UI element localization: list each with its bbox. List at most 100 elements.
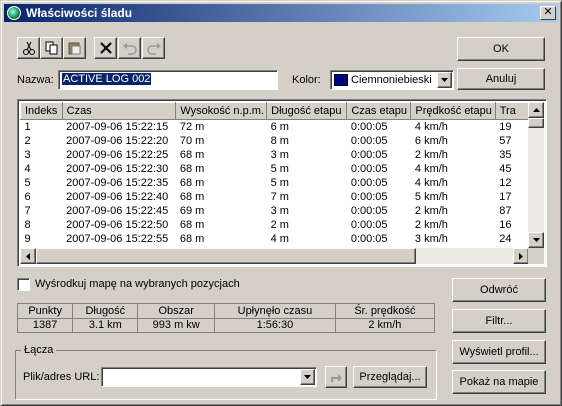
show-profile-button[interactable]: Wyświetl profil... [452, 340, 546, 364]
color-select[interactable]: Ciemnoniebieski [330, 70, 454, 90]
table-row[interactable]: 2 2007-09-06 15:22:20 70 m 8 m 0:00:05 6 km/h… [21, 134, 529, 148]
name-label: Nazwa: [17, 74, 54, 86]
cell-altitude: 68 m [179, 163, 205, 175]
horizontal-scrollbar[interactable] [20, 248, 529, 264]
undo-icon [122, 43, 137, 55]
cell-leg-time: 0:00:05 [350, 191, 388, 203]
cell-time: 2007-09-06 15:22:50 [66, 219, 169, 231]
cell-time: 2007-09-06 15:22:45 [66, 205, 169, 217]
cell-index: 2 [24, 135, 31, 147]
cell-track: 45 [499, 163, 512, 175]
title-bar[interactable]: Właściwości śladu ✕ [4, 4, 558, 22]
name-input[interactable]: ACTIVE LOG 002 [58, 70, 278, 90]
reverse-button[interactable]: Odwróć [452, 278, 546, 302]
table-row[interactable]: 9 2007-09-06 15:22:55 68 m 4 m 0:00:05 3 km/h… [21, 232, 529, 246]
cell-time: 2007-09-06 15:22:25 [66, 149, 169, 161]
column-header-leg-time[interactable]: Czas etapu [346, 102, 412, 120]
column-header-leg-speed[interactable]: Prędkość etapu [410, 102, 496, 120]
cell-altitude: 68 m [179, 177, 205, 189]
show-on-map-button[interactable]: Pokaż na mapie [452, 370, 546, 394]
color-value: Ciemnoniebieski [351, 74, 432, 86]
name-value: ACTIVE LOG 002 [62, 73, 152, 85]
filter-button[interactable]: Filtr... [452, 309, 546, 333]
track-properties-window: Właściwości śladu ✕ OK Anuluj Nazwa: ACT… [0, 0, 562, 406]
stat-value-avg-speed: 2 km/h [334, 317, 436, 333]
copy-icon [45, 41, 57, 55]
cell-index: 8 [24, 219, 31, 231]
url-dropdown-button[interactable] [300, 369, 315, 385]
cell-leg-time: 0:00:05 [350, 121, 388, 133]
column-header-index[interactable]: Indeks [20, 102, 63, 120]
cell-leg-length: 4 m [270, 233, 289, 245]
vertical-scrollbar[interactable] [528, 102, 544, 248]
delete-button[interactable] [94, 37, 117, 59]
cut-button[interactable] [17, 37, 40, 59]
undo-button[interactable] [118, 37, 141, 59]
copy-button[interactable] [40, 37, 63, 59]
color-swatch [334, 74, 348, 86]
cell-leg-length: 8 m [270, 135, 289, 147]
cell-leg-speed: 4 km/h [414, 163, 448, 175]
url-combobox[interactable] [101, 367, 317, 387]
cell-index: 7 [24, 205, 31, 217]
table-row[interactable]: 3 2007-09-06 15:22:25 68 m 3 m 0:00:05 2 km/h… [21, 148, 529, 162]
cell-index: 9 [24, 233, 31, 245]
table-row[interactable]: 6 2007-09-06 15:22:40 68 m 7 m 0:00:05 5 km/h… [21, 190, 529, 204]
redo-button[interactable] [142, 37, 165, 59]
table-row[interactable]: 1 2007-09-06 15:22:15 72 m 6 m 0:00:05 4 km/h… [21, 120, 529, 135]
paste-button[interactable] [63, 37, 86, 59]
cell-index: 4 [24, 163, 31, 175]
cell-time: 2007-09-06 15:22:30 [66, 163, 169, 175]
cell-leg-speed: 3 km/h [414, 233, 448, 245]
go-arrow-icon [331, 374, 342, 382]
cell-leg-length: 5 m [270, 177, 289, 189]
stat-header-area: Obszar [137, 303, 216, 319]
cell-altitude: 72 m [179, 121, 205, 133]
table-row[interactable]: 8 2007-09-06 15:22:50 68 m 2 m 0:00:05 2 km/h… [21, 218, 529, 232]
color-dropdown-button[interactable] [437, 72, 452, 88]
column-header-altitude[interactable]: Wysokość n.p.m. [175, 102, 268, 120]
vertical-scroll-thumb[interactable] [528, 118, 544, 128]
cell-leg-speed: 4 km/h [414, 177, 448, 189]
scroll-down-button[interactable] [528, 232, 544, 248]
horizontal-scroll-thumb[interactable] [36, 248, 416, 264]
scroll-corner [528, 248, 544, 264]
close-button[interactable]: ✕ [540, 6, 556, 20]
open-link-button[interactable] [325, 366, 347, 388]
cell-leg-length: 2 m [270, 219, 289, 231]
redo-icon [146, 43, 161, 55]
scroll-left-button[interactable] [20, 248, 36, 264]
window-title: Właściwości śladu [26, 6, 133, 20]
cell-track: 57 [499, 135, 512, 147]
column-header-leg-length[interactable]: Długość etapu [266, 102, 348, 120]
scroll-right-button[interactable] [513, 248, 529, 264]
center-map-label: Wyśrodkuj mapę na wybranych pozycjach [35, 278, 240, 290]
track-points-table[interactable]: Indeks Czas Wysokość n.p.m. Długość etap… [17, 99, 547, 267]
column-header-time[interactable]: Czas [61, 102, 177, 120]
cell-leg-speed: 2 km/h [414, 219, 448, 231]
cell-leg-time: 0:00:05 [350, 135, 388, 147]
column-header-track[interactable]: Tra [494, 102, 529, 120]
arrow-down-icon [532, 238, 540, 242]
url-label: Plik/adres URL: [23, 371, 100, 383]
stat-header-avg-speed: Śr. prędkość [334, 303, 436, 319]
cell-index: 6 [24, 191, 31, 203]
table-row[interactable]: 7 2007-09-06 15:22:45 69 m 3 m 0:00:05 2 km/h… [21, 204, 529, 218]
cancel-button[interactable]: Anuluj [457, 68, 545, 90]
ok-button[interactable]: OK [457, 37, 545, 61]
table-row[interactable]: 5 2007-09-06 15:22:35 68 m 5 m 0:00:05 4 km/h… [21, 176, 529, 190]
stat-header-length: Długość [72, 303, 139, 319]
table-row[interactable]: 4 2007-09-06 15:22:30 68 m 5 m 0:00:05 4 km/h… [21, 162, 529, 176]
cell-leg-speed: 5 km/h [414, 191, 448, 203]
points-table: Indeks Czas Wysokość n.p.m. Długość etap… [20, 102, 529, 248]
cell-track: 19 [499, 121, 512, 133]
scroll-up-button[interactable] [528, 102, 544, 118]
arrow-left-icon [26, 252, 30, 260]
chevron-down-icon [304, 375, 311, 379]
stat-value-area: 993 m kw [137, 317, 216, 333]
cell-leg-time: 0:00:05 [350, 205, 388, 217]
browse-button[interactable]: Przeglądaj... [353, 366, 427, 388]
cell-time: 2007-09-06 15:22:40 [66, 191, 169, 203]
delete-icon [99, 42, 112, 54]
center-map-checkbox[interactable] [17, 278, 30, 291]
